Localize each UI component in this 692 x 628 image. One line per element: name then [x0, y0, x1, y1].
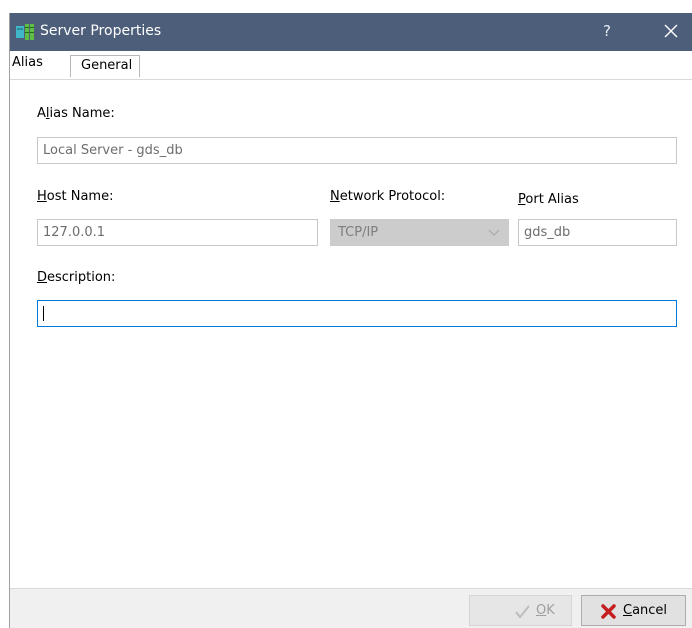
host-name-field[interactable]: 127.0.0.1	[37, 219, 318, 246]
tab-general[interactable]: General	[70, 55, 140, 77]
host-name-label: Host Name:	[37, 189, 114, 204]
alias-tab-panel: Alias Name: Local Server - gds_db Host N…	[10, 79, 692, 588]
title-bar[interactable]: Server Properties ?	[10, 13, 692, 51]
tab-alias[interactable]: Alias	[10, 51, 70, 79]
cancel-label: Cancel	[623, 603, 668, 618]
server-properties-dialog: Server Properties ? General Alias Alias …	[9, 13, 692, 628]
app-icon	[16, 24, 34, 40]
alias-name-label: Alias Name:	[37, 106, 115, 121]
description-field[interactable]	[37, 300, 677, 327]
window-title: Server Properties	[40, 23, 162, 39]
alias-name-field[interactable]: Local Server - gds_db	[37, 137, 677, 164]
description-label: Description:	[37, 270, 116, 285]
close-icon[interactable]	[658, 18, 684, 44]
text-caret	[43, 306, 44, 321]
port-alias-field[interactable]: gds_db	[518, 219, 677, 246]
chevron-down-icon	[488, 229, 500, 236]
help-button[interactable]: ?	[603, 22, 611, 40]
cancel-button[interactable]: Cancel	[581, 595, 686, 626]
ok-label: OK	[536, 603, 555, 618]
network-protocol-label: Network Protocol:	[330, 189, 446, 204]
ok-button[interactable]: OK	[469, 595, 572, 626]
port-alias-label: Port Alias	[518, 192, 579, 207]
network-protocol-select[interactable]: TCP/IP	[330, 219, 509, 246]
checkmark-icon	[515, 605, 530, 619]
network-protocol-value: TCP/IP	[338, 225, 379, 240]
red-x-icon	[601, 604, 616, 619]
